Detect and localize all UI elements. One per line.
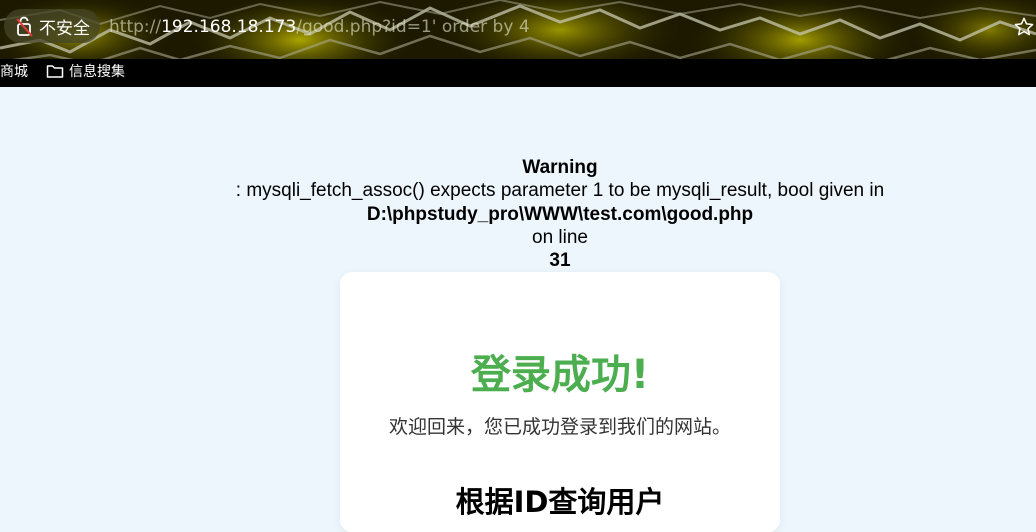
warning-file-path: D:\phpstudy_pro\WWW\test.com\good.php (366, 203, 754, 225)
folder-icon (46, 65, 64, 78)
url-text[interactable]: http://192.168.18.173/good.php?id=1' ord… (109, 17, 530, 37)
url-path: /good.php?id=1' order by 4 (296, 17, 530, 37)
bookmark-item-mall[interactable]: 商城 (0, 61, 28, 81)
security-label: 不安全 (39, 18, 90, 39)
bookmarks-bar: 商城 信息搜集 (0, 59, 1036, 87)
warning-message: : mysqli_fetch_assoc() expects parameter… (235, 180, 885, 202)
bookmark-folder-info[interactable]: 信息搜集 (46, 61, 125, 81)
insecure-lock-icon (16, 16, 33, 37)
bookmark-star-icon[interactable] (1013, 16, 1035, 38)
bookmark-label: 商城 (0, 64, 28, 80)
welcome-message: 欢迎回来，您已成功登录到我们的网站。 (388, 416, 731, 438)
login-success-card: 登录成功! 欢迎回来，您已成功登录到我们的网站。 根据ID查询用户 (340, 272, 780, 532)
warning-title: Warning (522, 157, 598, 178)
security-indicator[interactable]: 不安全 (4, 9, 100, 43)
address-bar[interactable]: 不安全 http://192.168.18.173/good.php?id=1'… (0, 8, 1036, 46)
php-warning: Warning : mysqli_fetch_assoc() expects p… (0, 156, 1036, 272)
url-scheme: http:// (109, 17, 162, 37)
success-title: 登录成功! (470, 352, 650, 398)
warning-on-line: on line (532, 226, 588, 248)
bookmark-label: 信息搜集 (69, 64, 125, 80)
url-host: 192.168.18.173 (161, 17, 297, 37)
warning-line-number: 31 (549, 250, 571, 272)
